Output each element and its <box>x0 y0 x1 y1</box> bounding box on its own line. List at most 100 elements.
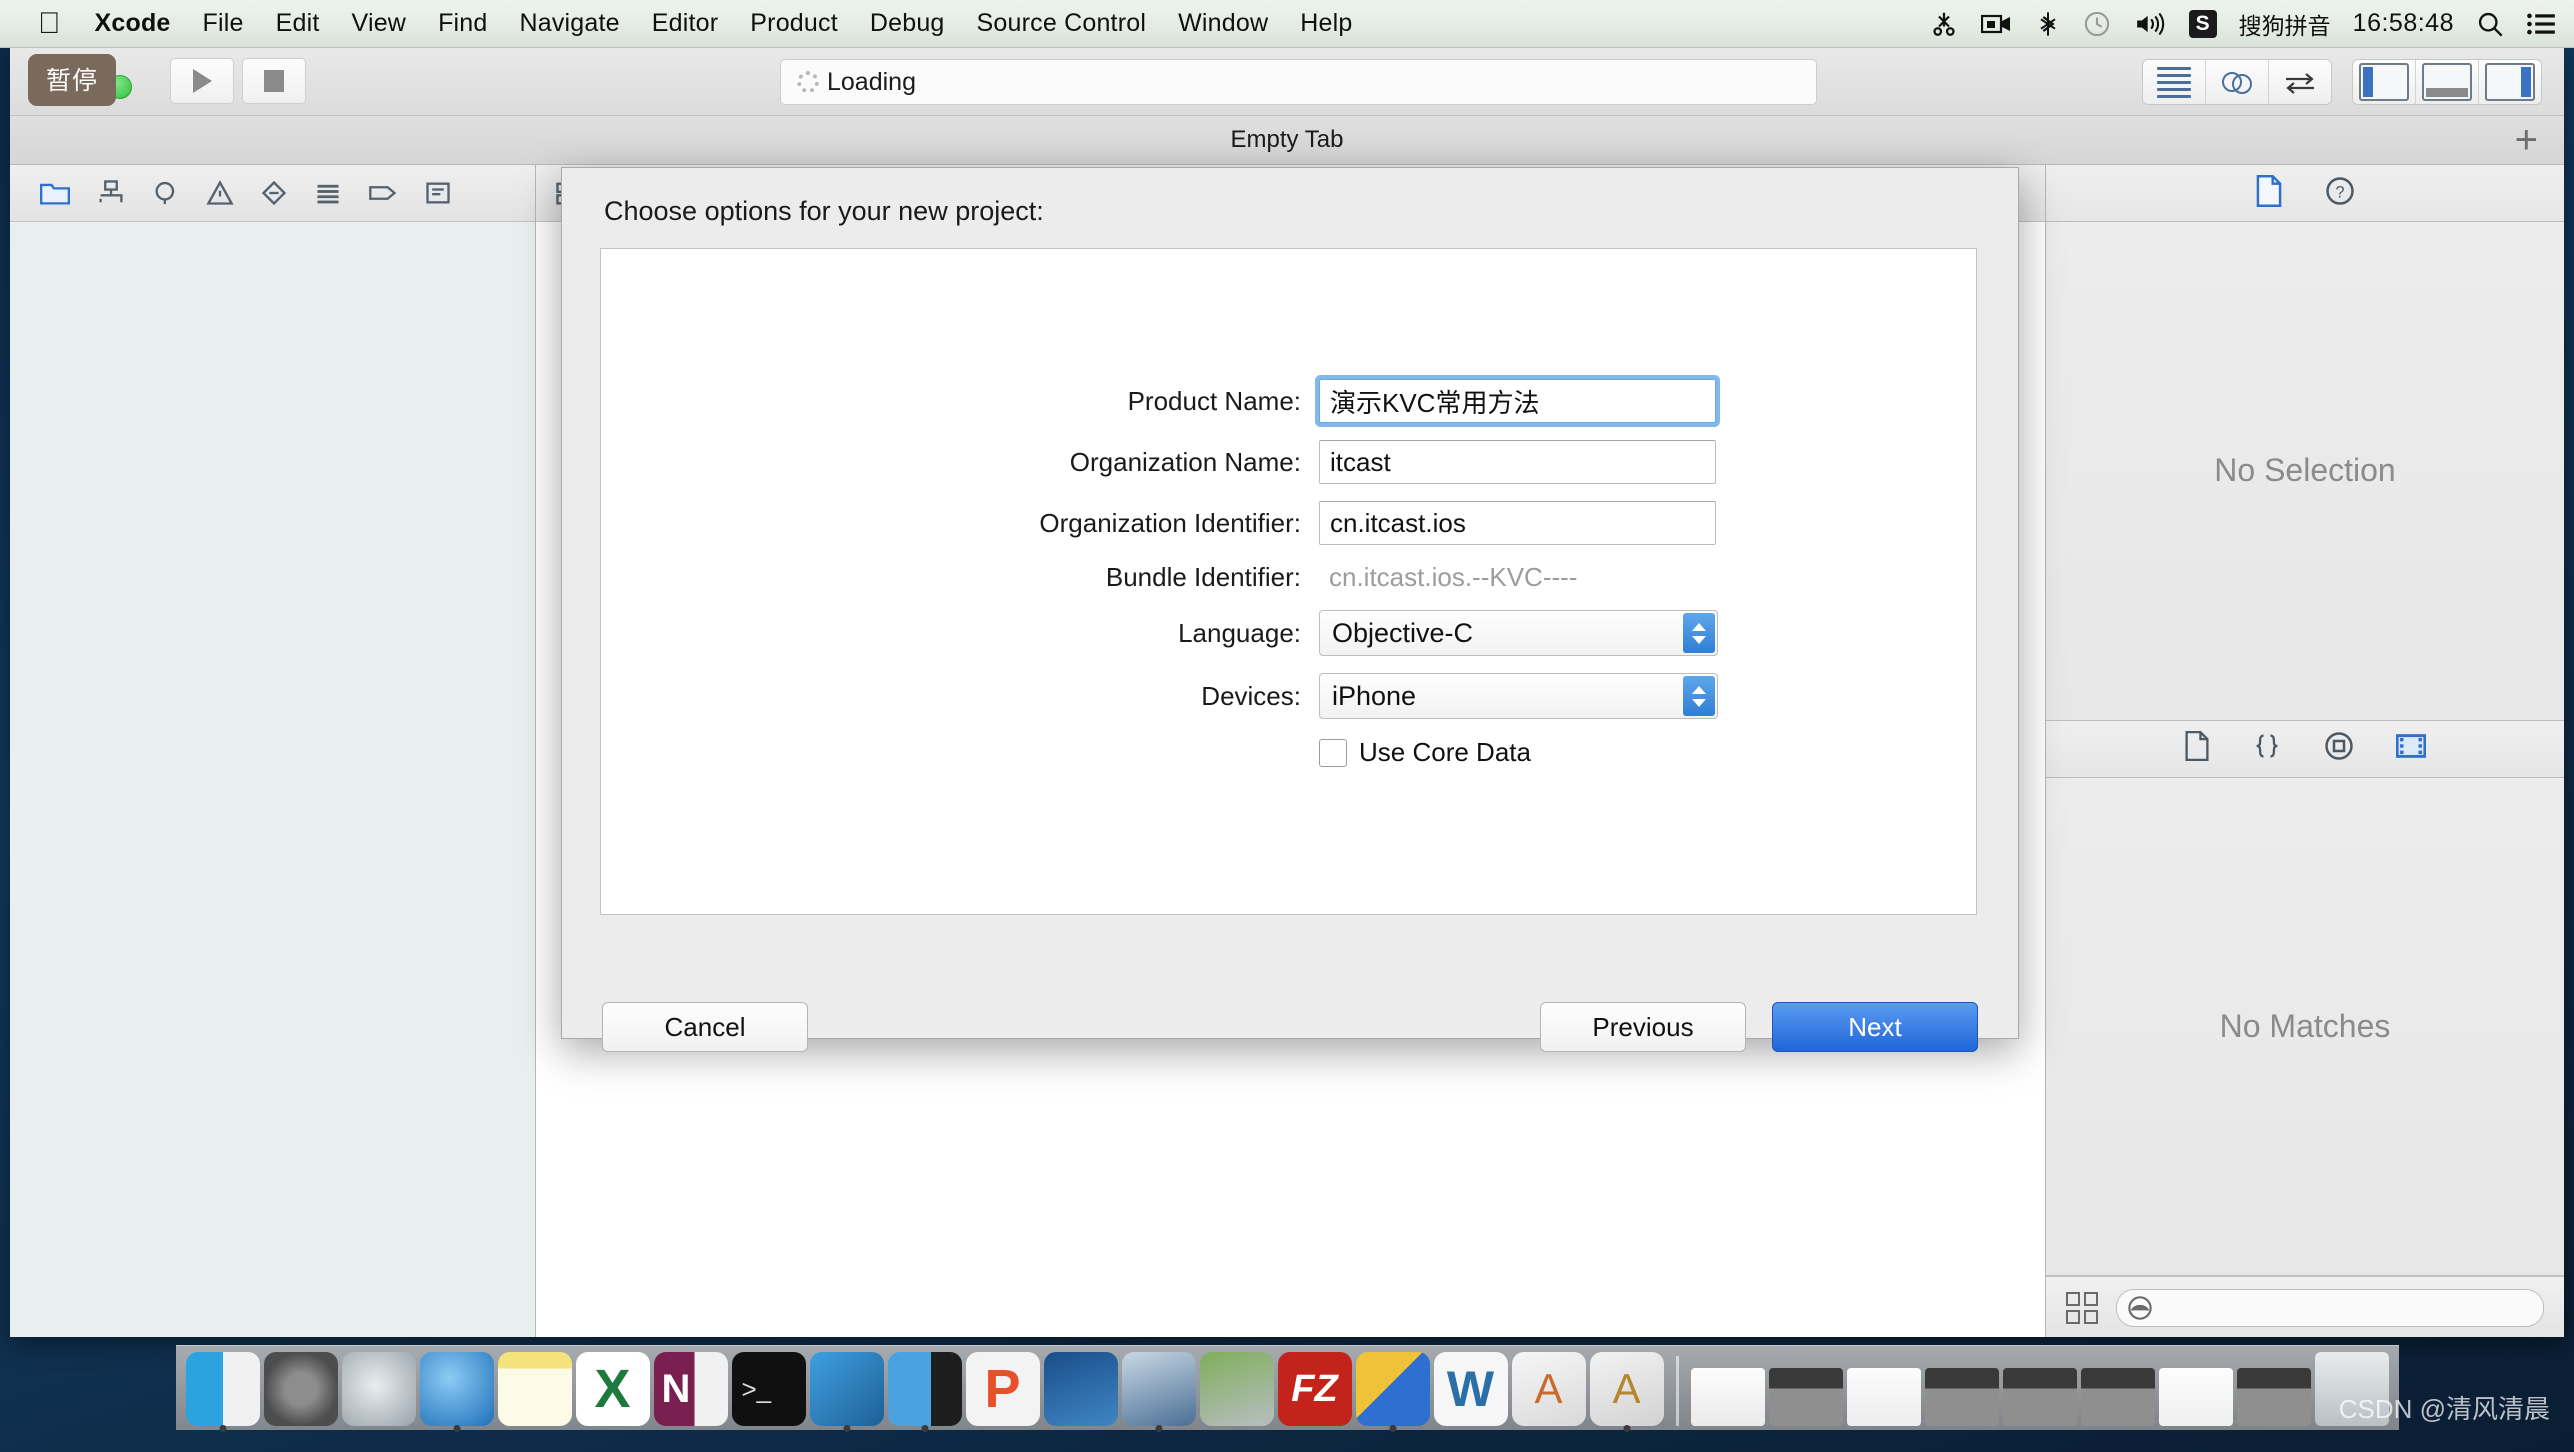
file-template-library-icon[interactable] <box>2184 731 2210 766</box>
pause-tooltip[interactable]: 暂停 <box>28 54 117 106</box>
debug-area-toggle-icon[interactable] <box>2416 60 2479 104</box>
use-core-data-checkbox[interactable] <box>1319 738 1347 767</box>
next-button[interactable]: Next <box>1772 1002 1978 1052</box>
navigator-selector-bar <box>10 165 535 222</box>
dock-item-safari[interactable] <box>419 1352 494 1432</box>
dock-item-pp-assistant[interactable]: P <box>965 1352 1040 1426</box>
dock-item-terminal[interactable]: >_ <box>731 1352 806 1426</box>
minimized-window-finder[interactable] <box>1846 1368 1921 1426</box>
previous-button[interactable]: Previous <box>1540 1002 1746 1052</box>
report-navigator-icon[interactable] <box>424 180 452 206</box>
organization-name-input[interactable]: itcast <box>1319 440 1716 484</box>
inspector-empty-label: No Selection <box>2214 452 2396 489</box>
tab-empty-tab[interactable]: Empty Tab <box>1231 126 1344 154</box>
library-filter-bar <box>2046 1276 2564 1337</box>
menu-item-xcode[interactable]: Xcode <box>79 9 187 38</box>
organization-identifier-input[interactable]: cn.itcast.ios <box>1319 501 1716 545</box>
scissors-icon[interactable] <box>1929 9 1959 39</box>
menu-item-file[interactable]: File <box>187 9 260 38</box>
dock-item-system-preferences[interactable] <box>263 1352 338 1426</box>
dock-item-microsoft-onenote[interactable]: N <box>653 1352 728 1426</box>
minimized-window-xcode-4[interactable] <box>2080 1368 2155 1426</box>
debug-navigator-icon[interactable] <box>314 180 342 206</box>
utilities-toggle-icon[interactable] <box>2479 60 2541 104</box>
grid-view-icon[interactable] <box>2066 1292 2098 1324</box>
file-inspector-icon[interactable] <box>2255 174 2283 212</box>
cancel-button[interactable]: Cancel <box>602 1002 808 1052</box>
minimized-window-document[interactable] <box>2158 1368 2233 1426</box>
dock-item-microsoft-word[interactable]: W <box>1433 1352 1508 1426</box>
menu-item-window[interactable]: Window <box>1162 9 1284 38</box>
minimized-window-xcode-2[interactable] <box>1924 1368 1999 1426</box>
symbol-navigator-icon[interactable] <box>96 180 126 206</box>
dock-item-simulator[interactable] <box>887 1352 962 1432</box>
dock-item-xcode[interactable] <box>809 1352 884 1432</box>
minimized-window-xcode-1[interactable] <box>1768 1368 1843 1426</box>
assistant-editor-icon[interactable] <box>2206 60 2269 104</box>
issue-navigator-icon[interactable] <box>206 180 234 206</box>
dock-item-preview[interactable]: A <box>1511 1352 1586 1426</box>
volume-icon[interactable] <box>2133 10 2167 38</box>
dock-item-microsoft-excel[interactable]: X <box>575 1352 650 1426</box>
devices-label: Devices: <box>1201 680 1301 711</box>
menu-item-debug[interactable]: Debug <box>854 9 961 38</box>
folder-project-navigator-icon[interactable] <box>40 180 70 206</box>
search-icon[interactable] <box>2476 10 2504 38</box>
menu-item-view[interactable]: View <box>336 9 423 38</box>
minimized-window-xcode-3[interactable] <box>2002 1368 2077 1426</box>
dock-item-launchpad[interactable] <box>341 1352 416 1426</box>
menu-item-edit[interactable]: Edit <box>260 9 336 38</box>
project-options-form: Product Name: 演示KVC常用方法 Organization Nam… <box>601 379 1976 768</box>
media-library-icon[interactable] <box>2395 733 2427 764</box>
run-button[interactable] <box>170 58 234 104</box>
navigator-content[interactable] <box>10 222 535 1337</box>
view-toggles-segmented-control <box>2352 59 2542 105</box>
menu-item-help[interactable]: Help <box>1284 9 1368 38</box>
menu-item-navigate[interactable]: Navigate <box>504 9 636 38</box>
new-project-options-sheet: Choose options for your new project: Pro… <box>561 167 2019 1052</box>
product-name-input[interactable]: 演示KVC常用方法 <box>1319 379 1716 423</box>
sogou-ime-badge[interactable]: S <box>2188 9 2217 38</box>
menu-item-find[interactable]: Find <box>422 9 503 38</box>
language-popup-button[interactable]: Objective-C <box>1319 610 1718 656</box>
dock-item-finder[interactable] <box>185 1352 260 1432</box>
navigator-toggle-icon[interactable] <box>2353 60 2416 104</box>
form-row-bundle-identifier: Bundle Identifier: cn.itcast.ios.--KVC--… <box>601 562 1976 593</box>
version-editor-icon[interactable] <box>2269 60 2331 104</box>
ime-label[interactable]: 搜狗拼音 <box>2239 7 2331 41</box>
menubar-clock[interactable]: 16:58:48 <box>2353 9 2454 38</box>
menu-item-product[interactable]: Product <box>734 9 854 38</box>
video-camera-icon[interactable] <box>1980 11 2013 37</box>
library-filter-input[interactable] <box>2116 1289 2544 1327</box>
dock-item-image-viewer[interactable]: A <box>1589 1352 1664 1432</box>
quick-help-inspector-icon[interactable]: ? <box>2325 176 2355 211</box>
dock-item-stickies[interactable] <box>497 1352 572 1426</box>
object-library-icon[interactable] <box>2324 731 2354 766</box>
standard-editor-icon[interactable] <box>2143 60 2206 104</box>
language-value: Objective-C <box>1332 617 1474 648</box>
stop-button[interactable] <box>242 58 306 104</box>
language-stepper-arrows-icon <box>1683 613 1715 653</box>
code-snippet-library-icon[interactable] <box>2252 732 2282 765</box>
apple-logo-icon[interactable]:  <box>38 8 61 39</box>
bluetooth-icon[interactable] <box>2035 10 2061 38</box>
menu-item-source-control[interactable]: Source Control <box>961 9 1163 38</box>
add-tab-button[interactable]: + <box>2515 120 2538 160</box>
dock-item-quicktime-player[interactable] <box>1121 1352 1196 1432</box>
search-navigator-icon[interactable] <box>152 180 180 206</box>
clock-icon[interactable] <box>2083 10 2111 38</box>
breakpoint-navigator-icon[interactable] <box>368 180 398 206</box>
minimized-window-xcode-5[interactable] <box>2236 1368 2311 1426</box>
notification-center-icon[interactable] <box>2526 11 2556 37</box>
devices-popup-button[interactable]: iPhone <box>1319 673 1718 719</box>
minimized-window-safari[interactable] <box>1690 1368 1765 1426</box>
dock-item-paint-design[interactable] <box>1355 1352 1430 1432</box>
dock-item-filezilla[interactable]: FZ <box>1277 1352 1352 1426</box>
dock-item-snip-tool[interactable] <box>1043 1352 1118 1426</box>
dock: X N >_ P FZ W A A <box>0 1345 2574 1432</box>
organization-name-label: Organization Name: <box>1069 446 1301 477</box>
stop-icon <box>264 70 284 92</box>
dock-item-archive-utility[interactable] <box>1199 1352 1274 1426</box>
menu-item-editor[interactable]: Editor <box>636 9 735 38</box>
test-navigator-icon[interactable] <box>260 180 288 206</box>
